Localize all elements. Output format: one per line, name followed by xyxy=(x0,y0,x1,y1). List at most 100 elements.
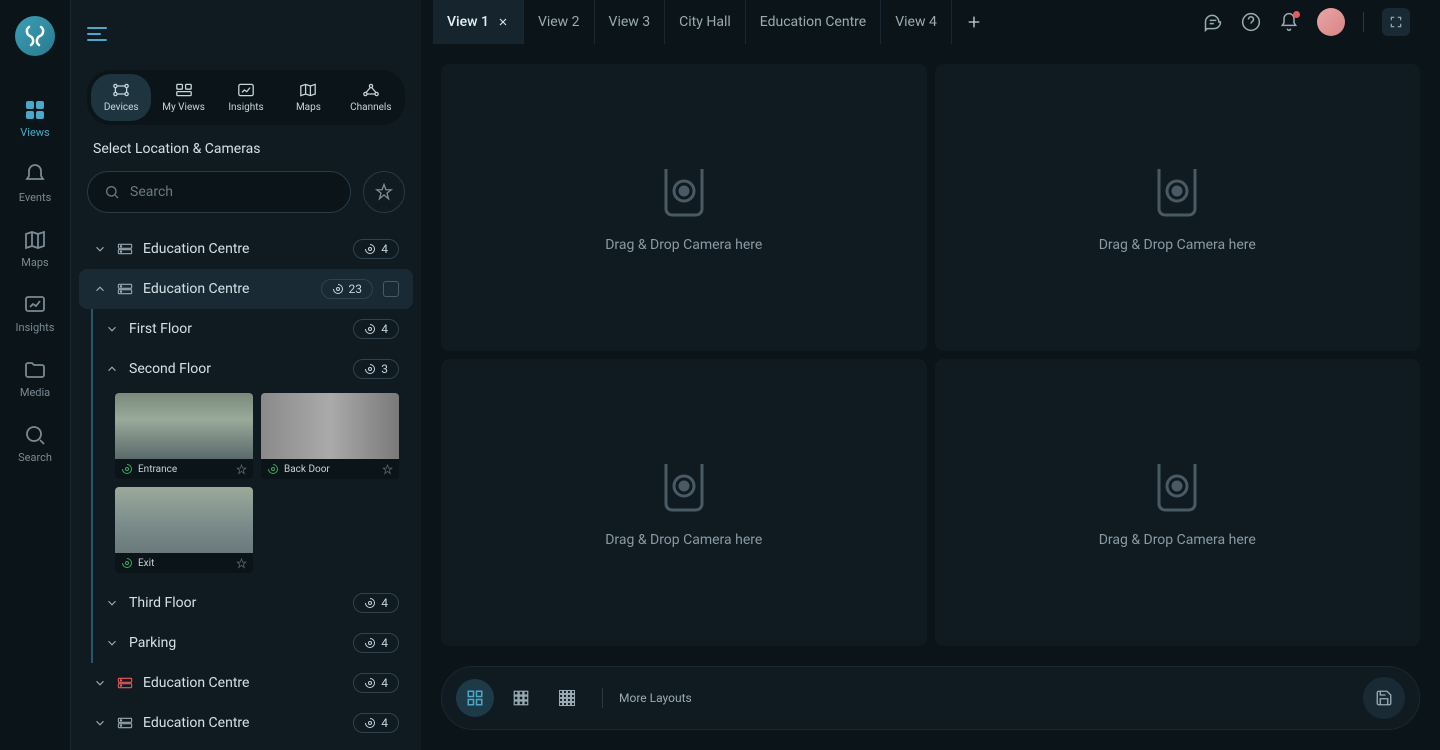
divider xyxy=(602,688,603,708)
layout-3x3-button[interactable] xyxy=(502,679,540,717)
more-layouts-button[interactable]: More Layouts xyxy=(619,691,692,705)
view-tabs-bar: View 1 View 2 View 3 City Hall Education… xyxy=(421,0,1440,44)
star-icon[interactable] xyxy=(236,558,247,569)
server-icon xyxy=(117,676,133,690)
tree-node[interactable]: Parking 4 xyxy=(95,623,413,663)
camera-thumbnail[interactable]: Exit xyxy=(115,487,253,573)
drop-message: Drag & Drop Camera here xyxy=(605,237,762,253)
rail-search[interactable]: Search xyxy=(5,411,65,476)
rail-events[interactable]: Events xyxy=(5,151,65,216)
camera-thumbnail[interactable]: Entrance xyxy=(115,393,253,479)
tree-node[interactable]: Third Floor 4 xyxy=(95,583,413,623)
hamburger-icon[interactable] xyxy=(87,26,107,42)
tree-node[interactable]: Education Centre 4 xyxy=(79,703,413,743)
add-tab-button[interactable] xyxy=(952,14,996,30)
nav-rail: Views Events Maps Insights Media Search xyxy=(0,0,71,750)
camera-thumbnail[interactable]: Back Door xyxy=(261,393,399,479)
view-tab[interactable]: View 4 xyxy=(881,0,952,44)
tree-node[interactable]: Education Centre 4 xyxy=(79,663,413,703)
sidebar: Devices My Views Insights Maps Channels … xyxy=(71,0,421,750)
server-icon xyxy=(117,716,133,730)
search-row xyxy=(71,171,421,229)
camera-thumbnails: Entrance Back Door Exi xyxy=(95,389,413,583)
tab-insights[interactable]: Insights xyxy=(216,74,276,121)
chevron-up-icon xyxy=(105,362,119,376)
camera-count-badge: 4 xyxy=(353,633,399,653)
grid-4x4-icon xyxy=(558,689,576,707)
camera-icon xyxy=(267,463,279,475)
chevron-up-icon xyxy=(93,282,107,296)
layout-4x4-button[interactable] xyxy=(548,679,586,717)
rail-insights[interactable]: Insights xyxy=(5,281,65,346)
sidebar-tabs: Devices My Views Insights Maps Channels xyxy=(87,70,405,125)
drop-message: Drag & Drop Camera here xyxy=(605,532,762,548)
expand-icon xyxy=(1389,15,1403,29)
tree-node[interactable]: Education Centre 23 xyxy=(79,269,413,309)
chevron-down-icon xyxy=(93,716,107,730)
view-grid: Drag & Drop Camera here Drag & Drop Came… xyxy=(421,44,1440,656)
rail-media-label: Media xyxy=(20,386,50,399)
section-title: Select Location & Cameras xyxy=(71,141,421,171)
help-icon xyxy=(1241,12,1261,32)
camera-count-badge: 23 xyxy=(321,279,374,299)
view-tab[interactable]: View 2 xyxy=(524,0,595,44)
drop-message: Drag & Drop Camera here xyxy=(1099,532,1256,548)
tab-maps[interactable]: Maps xyxy=(278,74,338,121)
plus-icon xyxy=(966,14,982,30)
tab-my-views[interactable]: My Views xyxy=(153,74,213,121)
rail-events-label: Events xyxy=(19,191,52,204)
layout-2x2-button[interactable] xyxy=(456,679,494,717)
camera-count-badge: 4 xyxy=(353,593,399,613)
camera-placeholder-icon xyxy=(1145,163,1209,221)
grid-3x3-icon xyxy=(512,689,530,707)
camera-preview xyxy=(115,487,253,553)
camera-count-badge: 4 xyxy=(353,713,399,733)
chevron-down-icon xyxy=(105,636,119,650)
star-icon[interactable] xyxy=(382,464,393,475)
main-area: View 1 View 2 View 3 City Hall Education… xyxy=(421,0,1440,750)
search-box[interactable] xyxy=(87,171,351,213)
rail-insights-label: Insights xyxy=(16,321,55,334)
camera-count-badge: 4 xyxy=(353,319,399,339)
header-actions xyxy=(1203,8,1428,36)
app-logo[interactable] xyxy=(15,16,55,56)
close-icon[interactable] xyxy=(497,16,509,28)
subtree: First Floor 4 Second Floor 3 xyxy=(91,309,413,663)
help-button[interactable] xyxy=(1241,12,1261,32)
chevron-down-icon xyxy=(105,322,119,336)
tab-channels[interactable]: Channels xyxy=(341,74,401,121)
comments-button[interactable] xyxy=(1203,12,1223,32)
tree-node[interactable]: Education Centre 4 xyxy=(79,229,413,269)
location-tree: Education Centre 4 Education Centre 23 F… xyxy=(71,229,421,750)
notifications-button[interactable] xyxy=(1279,12,1299,32)
select-checkbox[interactable] xyxy=(383,281,399,297)
grid-2x2-icon xyxy=(466,689,484,707)
drop-cell[interactable]: Drag & Drop Camera here xyxy=(935,64,1421,351)
drop-cell[interactable]: Drag & Drop Camera here xyxy=(935,359,1421,646)
fullscreen-button[interactable] xyxy=(1382,8,1410,36)
search-input[interactable] xyxy=(130,184,334,200)
rail-views[interactable]: Views xyxy=(5,86,65,151)
user-avatar[interactable] xyxy=(1317,8,1345,36)
tab-devices[interactable]: Devices xyxy=(91,74,151,121)
chevron-down-icon xyxy=(93,242,107,256)
chevron-down-icon xyxy=(105,596,119,610)
tree-node[interactable]: First Floor 4 xyxy=(95,309,413,349)
camera-placeholder-icon xyxy=(652,458,716,516)
drop-cell[interactable]: Drag & Drop Camera here xyxy=(441,359,927,646)
drop-cell[interactable]: Drag & Drop Camera here xyxy=(441,64,927,351)
view-tab[interactable]: City Hall xyxy=(665,0,746,44)
camera-placeholder-icon xyxy=(1145,458,1209,516)
star-icon[interactable] xyxy=(236,464,247,475)
camera-count-badge: 4 xyxy=(353,239,399,259)
save-view-button[interactable] xyxy=(1363,677,1405,719)
view-tab[interactable]: Education Centre xyxy=(746,0,881,44)
view-tab[interactable]: View 3 xyxy=(595,0,666,44)
tree-node[interactable]: Second Floor 3 xyxy=(95,349,413,389)
rail-maps[interactable]: Maps xyxy=(5,216,65,281)
rail-media[interactable]: Media xyxy=(5,346,65,411)
camera-count-badge: 4 xyxy=(353,673,399,693)
server-icon xyxy=(117,242,133,256)
favorites-button[interactable] xyxy=(363,171,405,213)
view-tab[interactable]: View 1 xyxy=(433,0,524,44)
